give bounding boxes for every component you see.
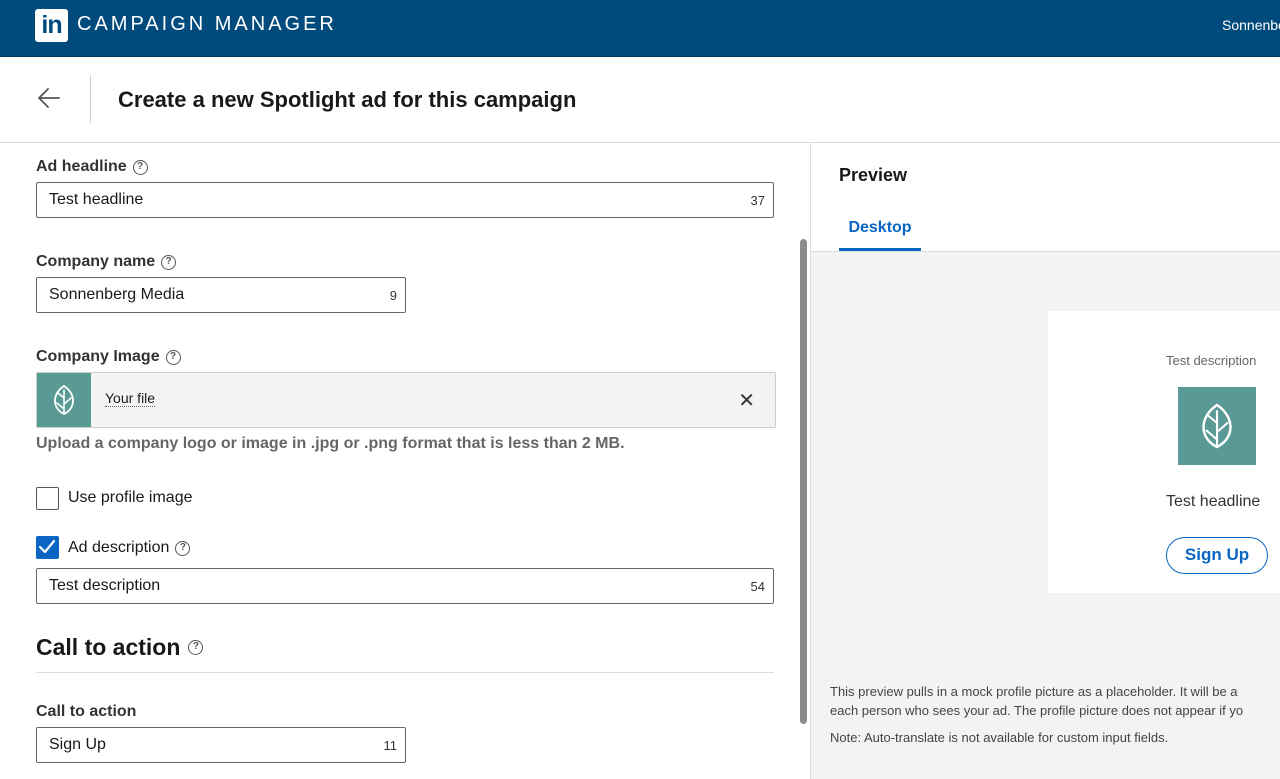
- preview-area: Test description Test headline Sign Up T…: [811, 251, 1280, 779]
- ad-headline-label-text: Ad headline: [36, 158, 127, 175]
- ad-headline-value: Test headline: [49, 191, 144, 208]
- company-image-thumbnail: [37, 373, 91, 427]
- call-to-action-value: Sign Up: [49, 736, 106, 753]
- tab-desktop[interactable]: Desktop: [839, 213, 921, 251]
- company-name-label-text: Company name: [36, 253, 156, 270]
- app-title: CAMPAIGN MANAGER: [77, 13, 337, 35]
- ad-description-label: Ad description ?: [68, 539, 191, 557]
- leaf-icon: [54, 384, 74, 416]
- page-header: Create a new Spotlight ad for this campa…: [0, 57, 1280, 143]
- preview-title: Preview: [839, 165, 908, 185]
- account-name[interactable]: Sonnenberg: [1222, 17, 1280, 33]
- preview-headline: Test headline: [1166, 493, 1261, 510]
- back-button[interactable]: [36, 85, 62, 111]
- cta-section-title-text: Call to action: [36, 634, 181, 660]
- call-to-action-char-count: 11: [383, 738, 398, 753]
- ad-description-value: Test description: [49, 577, 161, 594]
- help-icon[interactable]: ?: [161, 254, 177, 270]
- checkmark-icon: [38, 539, 56, 554]
- ad-headline-input[interactable]: Test headline 37: [36, 182, 774, 218]
- help-icon[interactable]: ?: [132, 159, 148, 175]
- company-name-input[interactable]: Sonnenberg Media 9: [36, 277, 406, 313]
- company-image-upload[interactable]: Your file ✕: [36, 372, 776, 428]
- linkedin-logo[interactable]: in: [35, 9, 68, 42]
- section-divider: [36, 672, 774, 673]
- auto-translate-note: Note: Auto-translate is not available fo…: [830, 730, 1169, 745]
- company-name-char-count: 9: [389, 288, 397, 303]
- top-bar: in CAMPAIGN MANAGER Sonnenberg: [0, 0, 1280, 57]
- company-image-label: Company Image ?: [36, 348, 181, 366]
- call-to-action-label-text: Call to action: [36, 703, 137, 720]
- spotlight-ad-preview-card: Test description Test headline Sign Up: [1048, 311, 1280, 593]
- form-scrollbar[interactable]: [800, 239, 807, 724]
- preview-panel: Preview Desktop Test description Test he…: [810, 143, 1280, 779]
- use-profile-image-label: Use profile image: [68, 489, 193, 506]
- preview-note-line-2: each person who sees your ad. The profil…: [830, 703, 1244, 718]
- preview-cta-button[interactable]: Sign Up: [1166, 537, 1268, 574]
- ad-description-label-text: Ad description: [68, 539, 170, 556]
- remove-file-icon[interactable]: ✕: [738, 388, 755, 413]
- ad-description-char-count: 54: [750, 579, 765, 594]
- page-title: Create a new Spotlight ad for this campa…: [118, 87, 577, 112]
- preview-description: Test description: [1166, 353, 1257, 368]
- call-to-action-label: Call to action: [36, 703, 136, 721]
- help-icon[interactable]: ?: [165, 349, 181, 365]
- arrow-left-icon: [38, 88, 60, 108]
- header-divider: [90, 75, 91, 123]
- cta-section-title: Call to action ?: [36, 634, 204, 661]
- uploaded-file-name[interactable]: Your file: [105, 390, 156, 407]
- company-name-label: Company name ?: [36, 253, 177, 271]
- company-image-label-text: Company Image: [36, 348, 160, 365]
- help-icon[interactable]: ?: [175, 540, 191, 556]
- ad-description-checkbox[interactable]: [36, 536, 59, 559]
- company-name-value: Sonnenberg Media: [49, 286, 185, 303]
- upload-hint: Upload a company logo or image in .jpg o…: [36, 435, 625, 452]
- use-profile-image-checkbox[interactable]: [36, 487, 59, 510]
- preview-company-image: [1178, 387, 1256, 465]
- ad-headline-char-count: 37: [750, 193, 765, 208]
- ad-description-input[interactable]: Test description 54: [36, 568, 774, 604]
- call-to-action-select[interactable]: Sign Up 11: [36, 727, 406, 763]
- preview-note-line-1: This preview pulls in a mock profile pic…: [830, 684, 1238, 699]
- ad-form: Ad headline ? Test headline 37 Company n…: [0, 143, 810, 779]
- ad-headline-label: Ad headline ?: [36, 158, 148, 176]
- leaf-icon: [1202, 403, 1232, 449]
- help-icon[interactable]: ?: [188, 640, 204, 655]
